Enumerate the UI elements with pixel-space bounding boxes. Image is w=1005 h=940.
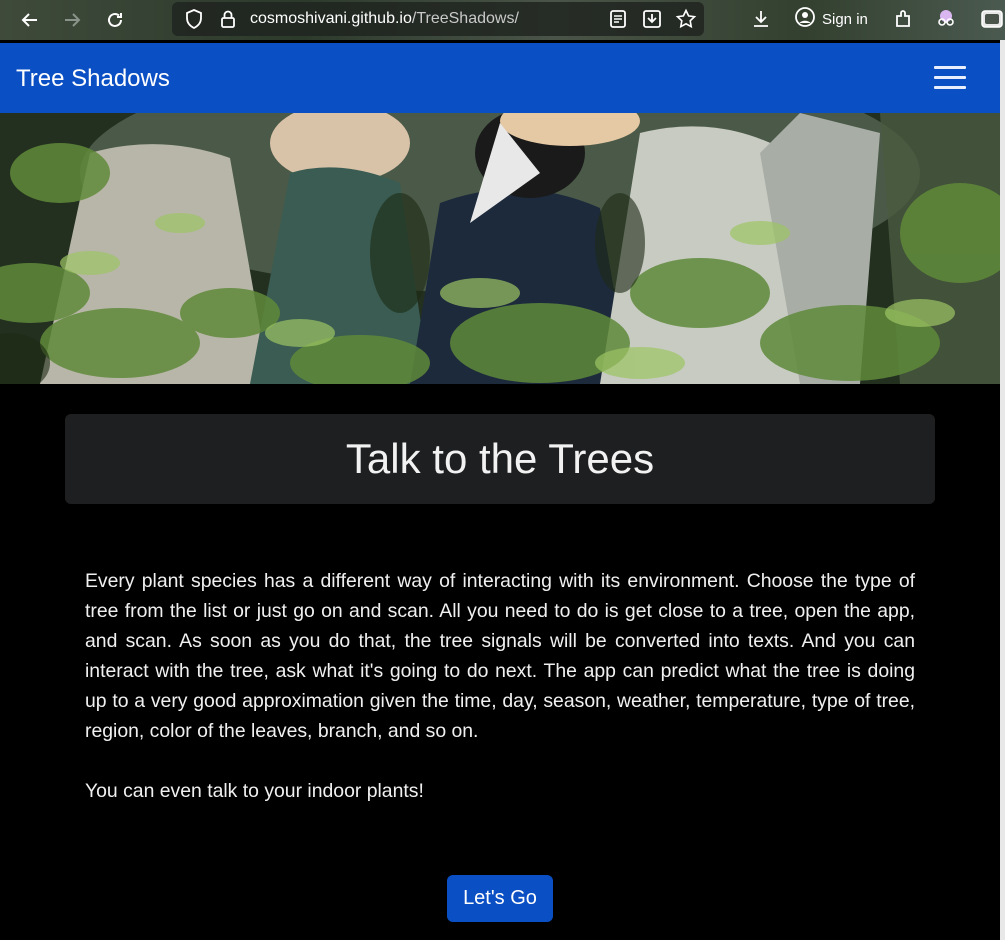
sign-in-button[interactable]: Sign in <box>794 7 868 31</box>
url-text[interactable]: cosmoshivani.github.io/TreeShadows/ <box>250 10 519 28</box>
window-icon[interactable] <box>978 8 1005 30</box>
reader-view-icon[interactable] <box>607 8 629 30</box>
extensions-icon[interactable] <box>892 8 914 30</box>
reload-icon[interactable] <box>101 6 129 34</box>
bookmark-star-icon[interactable] <box>675 8 697 30</box>
downloads-icon[interactable] <box>750 8 772 30</box>
shield-icon[interactable] <box>183 8 205 30</box>
brand-link[interactable]: Tree Shadows <box>16 65 170 93</box>
scrollbar[interactable] <box>1000 40 1005 940</box>
hero-image <box>0 113 1000 384</box>
hamburger-menu-icon[interactable] <box>926 60 974 96</box>
back-arrow-icon[interactable] <box>16 6 44 34</box>
url-path: /TreeShadows/ <box>411 10 519 27</box>
lets-go-button[interactable]: Let's Go <box>447 875 553 922</box>
indoor-plants-note: You can even talk to your indoor plants! <box>85 780 424 802</box>
intro-paragraph: Every plant species has a different way … <box>85 570 915 742</box>
top-navbar: Tree Shadows <box>0 43 1000 113</box>
browser-toolbar: cosmoshivani.github.io/TreeShadows/ Sign… <box>0 0 1005 40</box>
forward-arrow-icon[interactable] <box>58 6 86 34</box>
account-icon <box>794 6 816 32</box>
page-title: Talk to the Trees <box>345 435 655 482</box>
sign-in-label: Sign in <box>822 10 868 28</box>
url-host: cosmoshivani.github.io <box>250 10 412 27</box>
save-page-icon[interactable] <box>641 8 663 30</box>
lock-icon <box>217 8 239 30</box>
mask-icon[interactable] <box>935 8 957 30</box>
heading-panel: Talk to the Trees <box>65 414 935 504</box>
